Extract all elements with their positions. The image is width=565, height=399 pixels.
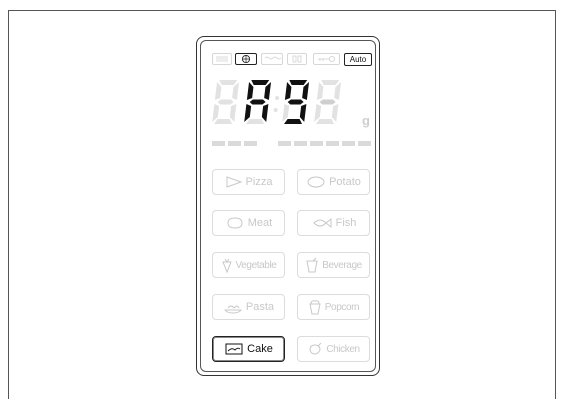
segment-g [217,99,234,105]
segment-g [287,99,304,105]
segment-a [219,80,238,85]
cake-label: Cake [247,343,273,355]
popcorn-icon [309,300,321,315]
vegetable-label: Vegetable [235,259,277,271]
beverage-label: Beverage [322,259,362,271]
chicken-label: Chicken [326,343,360,355]
segment-g [319,99,336,105]
chicken-icon [309,342,322,355]
segment-g [249,99,266,105]
meat-icon [227,217,243,229]
child-lock-icon [287,53,307,65]
segment-d [284,119,302,124]
popcorn-label: Popcorn [324,301,360,313]
segment-f [246,82,254,100]
segment-a [289,80,308,85]
meat-label: Meat [247,217,273,229]
pizza-button[interactable]: Pizza [212,169,285,195]
vegetable-button[interactable]: Vegetable [212,252,285,278]
cake-button[interactable]: Cake [212,336,285,362]
heater-icon [261,53,283,65]
beverage-icon [306,257,318,273]
segment-a [321,80,340,85]
level-bars [212,141,372,147]
segment-d [214,119,232,124]
segment-d [246,119,264,124]
segment-f [284,82,292,100]
popcorn-button[interactable]: Popcorn [297,294,370,320]
segment-c [331,104,339,122]
potato-icon [307,176,325,188]
key-icon [313,53,340,65]
convection-icon [235,53,257,65]
cake-icon [225,343,243,355]
segment-c [299,104,307,122]
grill-icon [212,53,232,65]
chicken-button[interactable]: Chicken [297,336,370,362]
segment-a [251,80,270,85]
segment-f [214,82,222,100]
pizza-icon [226,176,243,188]
status-icon-row: Auto [212,53,372,67]
fish-label: Fish [335,217,357,229]
segment-display [212,80,342,124]
pasta-button[interactable]: Pasta [212,294,285,320]
beverage-button[interactable]: Beverage [297,252,370,278]
colon-dot [275,96,280,100]
auto-mode-badge: Auto [344,53,372,66]
segment-d [316,119,334,124]
segment-f [316,82,324,100]
potato-label: Potato [329,176,361,188]
segment-c [261,104,269,122]
segment-c [229,104,237,122]
potato-button[interactable]: Potato [297,169,370,195]
colon-dot [273,108,278,112]
fish-icon [312,217,332,229]
vegetable-icon [221,258,232,273]
pasta-label: Pasta [245,301,275,313]
pasta-icon [223,305,242,314]
fish-button[interactable]: Fish [297,210,370,236]
pizza-label: Pizza [245,176,273,188]
unit-label: g [362,113,370,128]
meat-button[interactable]: Meat [212,210,285,236]
